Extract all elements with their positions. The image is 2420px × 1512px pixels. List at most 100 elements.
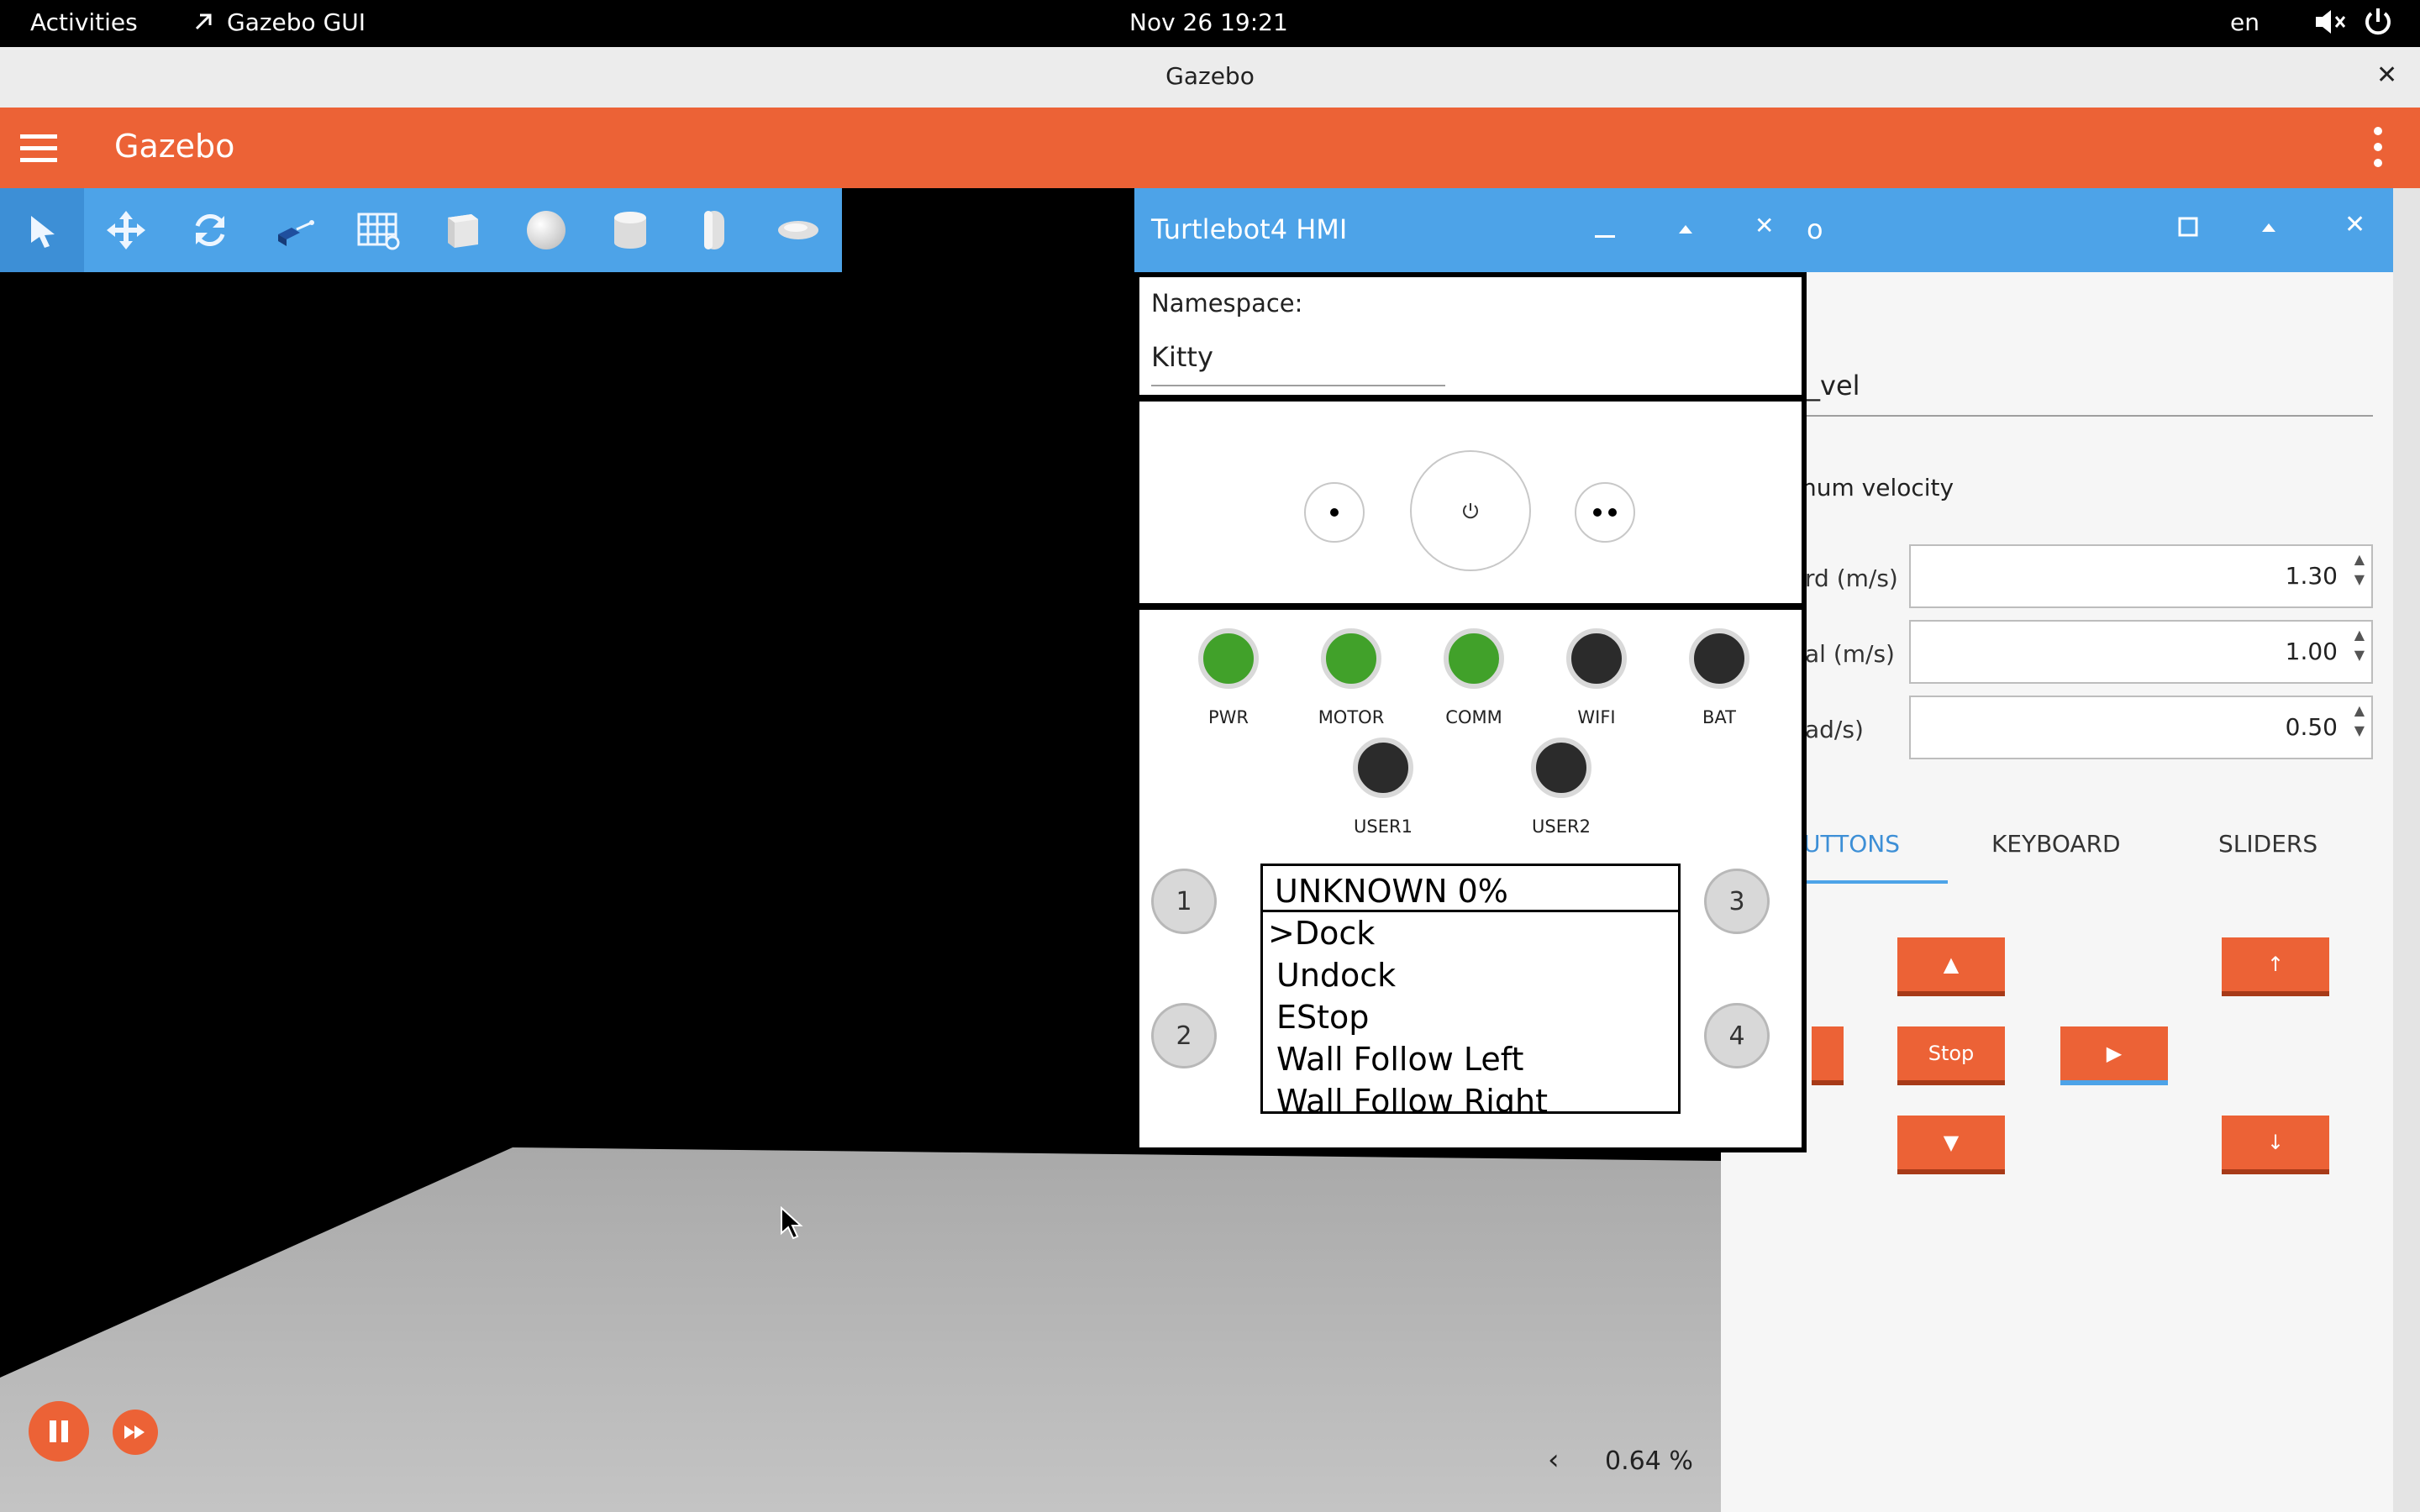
active-tab-indicator	[1802, 880, 1948, 884]
panel-collapse-icon[interactable]	[2255, 213, 2282, 244]
pause-icon	[50, 1420, 68, 1442]
pause-button[interactable]	[29, 1401, 89, 1462]
hmi-close-icon[interactable]: ✕	[1754, 212, 1774, 239]
hamburger-menu-icon[interactable]	[20, 133, 57, 166]
namespace-label: Namespace:	[1151, 289, 1303, 318]
language-indicator[interactable]: en	[2230, 8, 2260, 36]
down-arrow-icon: ↓	[2266, 1131, 2285, 1154]
clock[interactable]: Nov 26 19:21	[1129, 8, 1288, 36]
hmi-button-3[interactable]: 3	[1704, 869, 1770, 934]
tab-sliders[interactable]: SLIDERS	[2218, 830, 2317, 858]
volume-muted-icon[interactable]	[2312, 7, 2346, 43]
app-menu-label[interactable]: Gazebo GUI	[227, 8, 366, 36]
right-button[interactable]: ▶	[2060, 1026, 2168, 1085]
forward-button[interactable]: ▲	[1897, 937, 2005, 996]
hmi-panel: Namespace: Kitty 1 2 3 4 UNKNOWN 0% >Doc…	[1134, 272, 1807, 1152]
led-user2	[1531, 738, 1591, 798]
backward-button[interactable]: ▼	[1897, 1116, 2005, 1174]
capsule-tool-button[interactable]	[672, 188, 756, 272]
tab-buttons[interactable]: UTTONS	[1803, 830, 1900, 858]
hmi-display: UNKNOWN 0% >Dock Undock EStop Wall Follo…	[1260, 864, 1681, 1114]
teleop-title-fragment: o	[1807, 213, 1823, 245]
button-one-dot[interactable]	[1304, 482, 1365, 543]
robot-buttons-section	[1139, 402, 1802, 603]
box-tool-button[interactable]	[420, 188, 504, 272]
transform-tool-button[interactable]	[252, 188, 336, 272]
led-label-pwr: PWR	[1207, 707, 1249, 727]
hmi-button-1[interactable]: 1	[1151, 869, 1217, 934]
app-title: Gazebo	[114, 128, 235, 165]
tab-keyboard[interactable]: KEYBOARD	[1991, 830, 2121, 858]
forward-velocity-spinbox[interactable]: 1.30 ▲ ▼	[1909, 544, 2373, 608]
right-scrollbar[interactable]	[2393, 188, 2420, 1512]
window-title-bar: Gazebo ✕	[0, 47, 2420, 108]
display-divider	[1263, 910, 1678, 912]
menu-item-wall-follow-right[interactable]: Wall Follow Right	[1276, 1083, 1548, 1111]
stats-collapse-icon[interactable]: ‹	[1548, 1443, 1560, 1477]
activities-button[interactable]: Activities	[30, 8, 138, 36]
arrow-up-icon: ▲	[1943, 953, 1960, 976]
topic-underline	[1802, 415, 2373, 417]
menu-item-undock[interactable]: Undock	[1276, 957, 1396, 994]
panel-close-icon[interactable]: ✕	[2344, 210, 2365, 239]
grid-tool-button[interactable]	[336, 188, 420, 272]
lateral-velocity-label: al (m/s)	[1805, 640, 1895, 668]
down-button[interactable]: ↓	[2222, 1116, 2329, 1174]
stop-button[interactable]: Stop	[1897, 1026, 2005, 1085]
led-user1	[1353, 738, 1413, 798]
led-label-comm: COMM	[1445, 707, 1502, 727]
spin-down-icon[interactable]: ▼	[2354, 549, 2365, 610]
menu-item-estop[interactable]: EStop	[1276, 999, 1369, 1036]
led-label-motor: MOTOR	[1318, 707, 1385, 727]
window-title: Gazebo	[1165, 62, 1255, 90]
hmi-button-2[interactable]: 2	[1151, 1003, 1217, 1068]
up-button[interactable]: ↑	[2222, 937, 2329, 996]
hmi-collapse-icon[interactable]	[1672, 215, 1699, 249]
capsule-icon	[704, 211, 724, 249]
sphere-tool-button[interactable]	[504, 188, 588, 272]
cylinder-tool-button[interactable]	[588, 188, 672, 272]
angular-velocity-spinbox[interactable]: 0.50 ▲ ▼	[1909, 696, 2373, 759]
app-menu-icon	[192, 8, 217, 39]
hmi-title: Turtlebot4 HMI	[1151, 213, 1348, 245]
real-time-factor: 0.64 %	[1605, 1446, 1693, 1476]
window-close-icon[interactable]: ✕	[2376, 60, 2397, 90]
two-dots-icon	[1593, 508, 1617, 517]
power-icon[interactable]	[2361, 5, 2395, 45]
ellipsoid-tool-button[interactable]	[756, 188, 840, 272]
rotate-icon	[195, 214, 225, 246]
cylinder-icon	[614, 212, 646, 249]
led-label-user2: USER2	[1532, 816, 1591, 837]
spin-down-icon[interactable]: ▼	[2354, 701, 2365, 761]
hmi-panel-header: Turtlebot4 HMI ✕	[1134, 188, 1807, 272]
namespace-input[interactable]: Kitty	[1151, 341, 1213, 373]
menu-item-wall-follow-left[interactable]: Wall Follow Left	[1276, 1041, 1523, 1078]
hmi-button-4[interactable]: 4	[1704, 1003, 1770, 1068]
left-button[interactable]	[1812, 1026, 1844, 1085]
lateral-velocity-spinbox[interactable]: 1.00 ▲ ▼	[1909, 620, 2373, 684]
namespace-underline	[1151, 385, 1445, 386]
robot-power-button[interactable]	[1410, 450, 1531, 571]
transform-icon	[278, 220, 314, 246]
spin-down-icon[interactable]: ▼	[2354, 625, 2365, 685]
overflow-menu-icon[interactable]	[2370, 126, 2386, 171]
velocity-section-label: num velocity	[1802, 474, 1954, 501]
translate-tool-button[interactable]	[84, 188, 168, 272]
forward-velocity-label: rd (m/s)	[1805, 564, 1898, 592]
select-icon	[31, 216, 55, 248]
display-header: UNKNOWN 0%	[1275, 873, 1508, 910]
led-label-user1: USER1	[1354, 816, 1413, 837]
topic-field[interactable]: _vel	[1807, 370, 1860, 402]
scene-toolbar	[0, 188, 842, 272]
play-right-icon: ▶	[2106, 1042, 2123, 1065]
minimize-icon[interactable]	[1591, 205, 1618, 254]
button-two-dots[interactable]	[1575, 482, 1635, 543]
menu-item-dock[interactable]: >Dock	[1268, 915, 1375, 952]
step-forward-button[interactable]	[113, 1410, 158, 1455]
teleop-panel-header: o ✕	[1802, 188, 2393, 272]
select-tool-button[interactable]	[0, 188, 84, 272]
arrow-down-icon: ▼	[1943, 1131, 1960, 1154]
led-label-wifi: WIFI	[1577, 707, 1616, 727]
rotate-tool-button[interactable]	[168, 188, 252, 272]
panel-float-icon[interactable]	[2175, 213, 2202, 244]
